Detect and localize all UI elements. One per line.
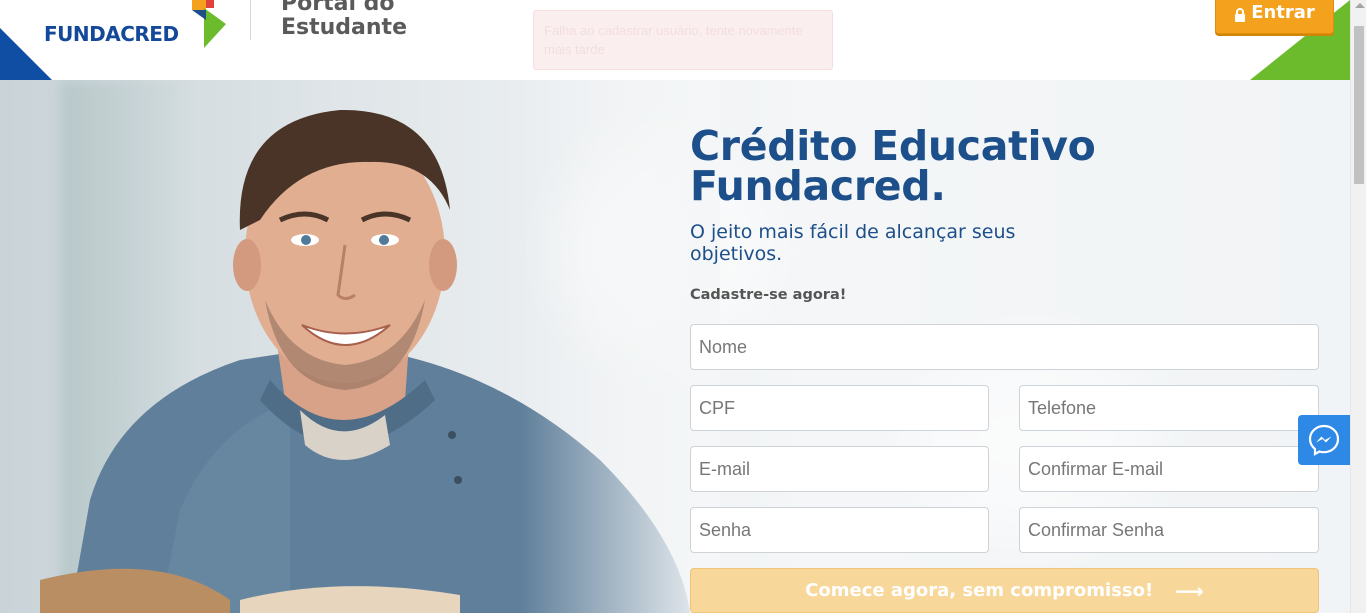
- portal-title-line2: Estudante: [281, 15, 407, 40]
- messenger-button[interactable]: [1298, 415, 1350, 465]
- page-scrollbar[interactable]: [1350, 0, 1366, 613]
- headline-line2: Fundacred.: [690, 162, 946, 210]
- submit-button[interactable]: Comece agora, sem compromisso! ⟶: [690, 568, 1319, 613]
- portal-title-line1: Portal do: [281, 0, 395, 16]
- messenger-icon: [1308, 424, 1340, 456]
- portal-title: Portal do Estudante: [281, 0, 407, 40]
- hero-section: Crédito Educativo Fundacred. O jeito mai…: [0, 80, 1350, 613]
- page-headline: Crédito Educativo Fundacred.: [690, 122, 1096, 210]
- page-subheadline: O jeito mais fácil de alcançar seus obje…: [690, 221, 1016, 265]
- fundacred-logo[interactable]: FUNDACRED: [44, 0, 226, 50]
- signup-label: Cadastre-se agora!: [690, 287, 847, 303]
- nome-input[interactable]: [690, 324, 1319, 370]
- header-divider: [250, 0, 251, 40]
- headline-line1: Crédito Educativo: [690, 122, 1096, 170]
- scroll-up-arrow-icon[interactable]: [1355, 3, 1365, 8]
- senha-input[interactable]: [690, 507, 989, 553]
- scroll-thumb[interactable]: [1354, 26, 1364, 184]
- submit-label: Comece agora, sem compromisso!: [805, 580, 1154, 601]
- login-label: Entrar: [1251, 2, 1315, 23]
- confirm-email-input[interactable]: [1019, 446, 1319, 492]
- logo-mark-icon: [192, 0, 226, 48]
- email-input[interactable]: [690, 446, 989, 492]
- logo-text: FUNDACRED: [44, 22, 179, 46]
- error-alert: Falha ao cadastrar usuário, tente novame…: [533, 10, 833, 70]
- telefone-input[interactable]: [1019, 385, 1319, 431]
- lock-icon: [1235, 8, 1246, 22]
- login-button[interactable]: Entrar: [1215, 0, 1334, 34]
- cpf-input[interactable]: [690, 385, 989, 431]
- confirm-senha-input[interactable]: [1019, 507, 1319, 553]
- arrow-right-icon: ⟶: [1175, 578, 1204, 603]
